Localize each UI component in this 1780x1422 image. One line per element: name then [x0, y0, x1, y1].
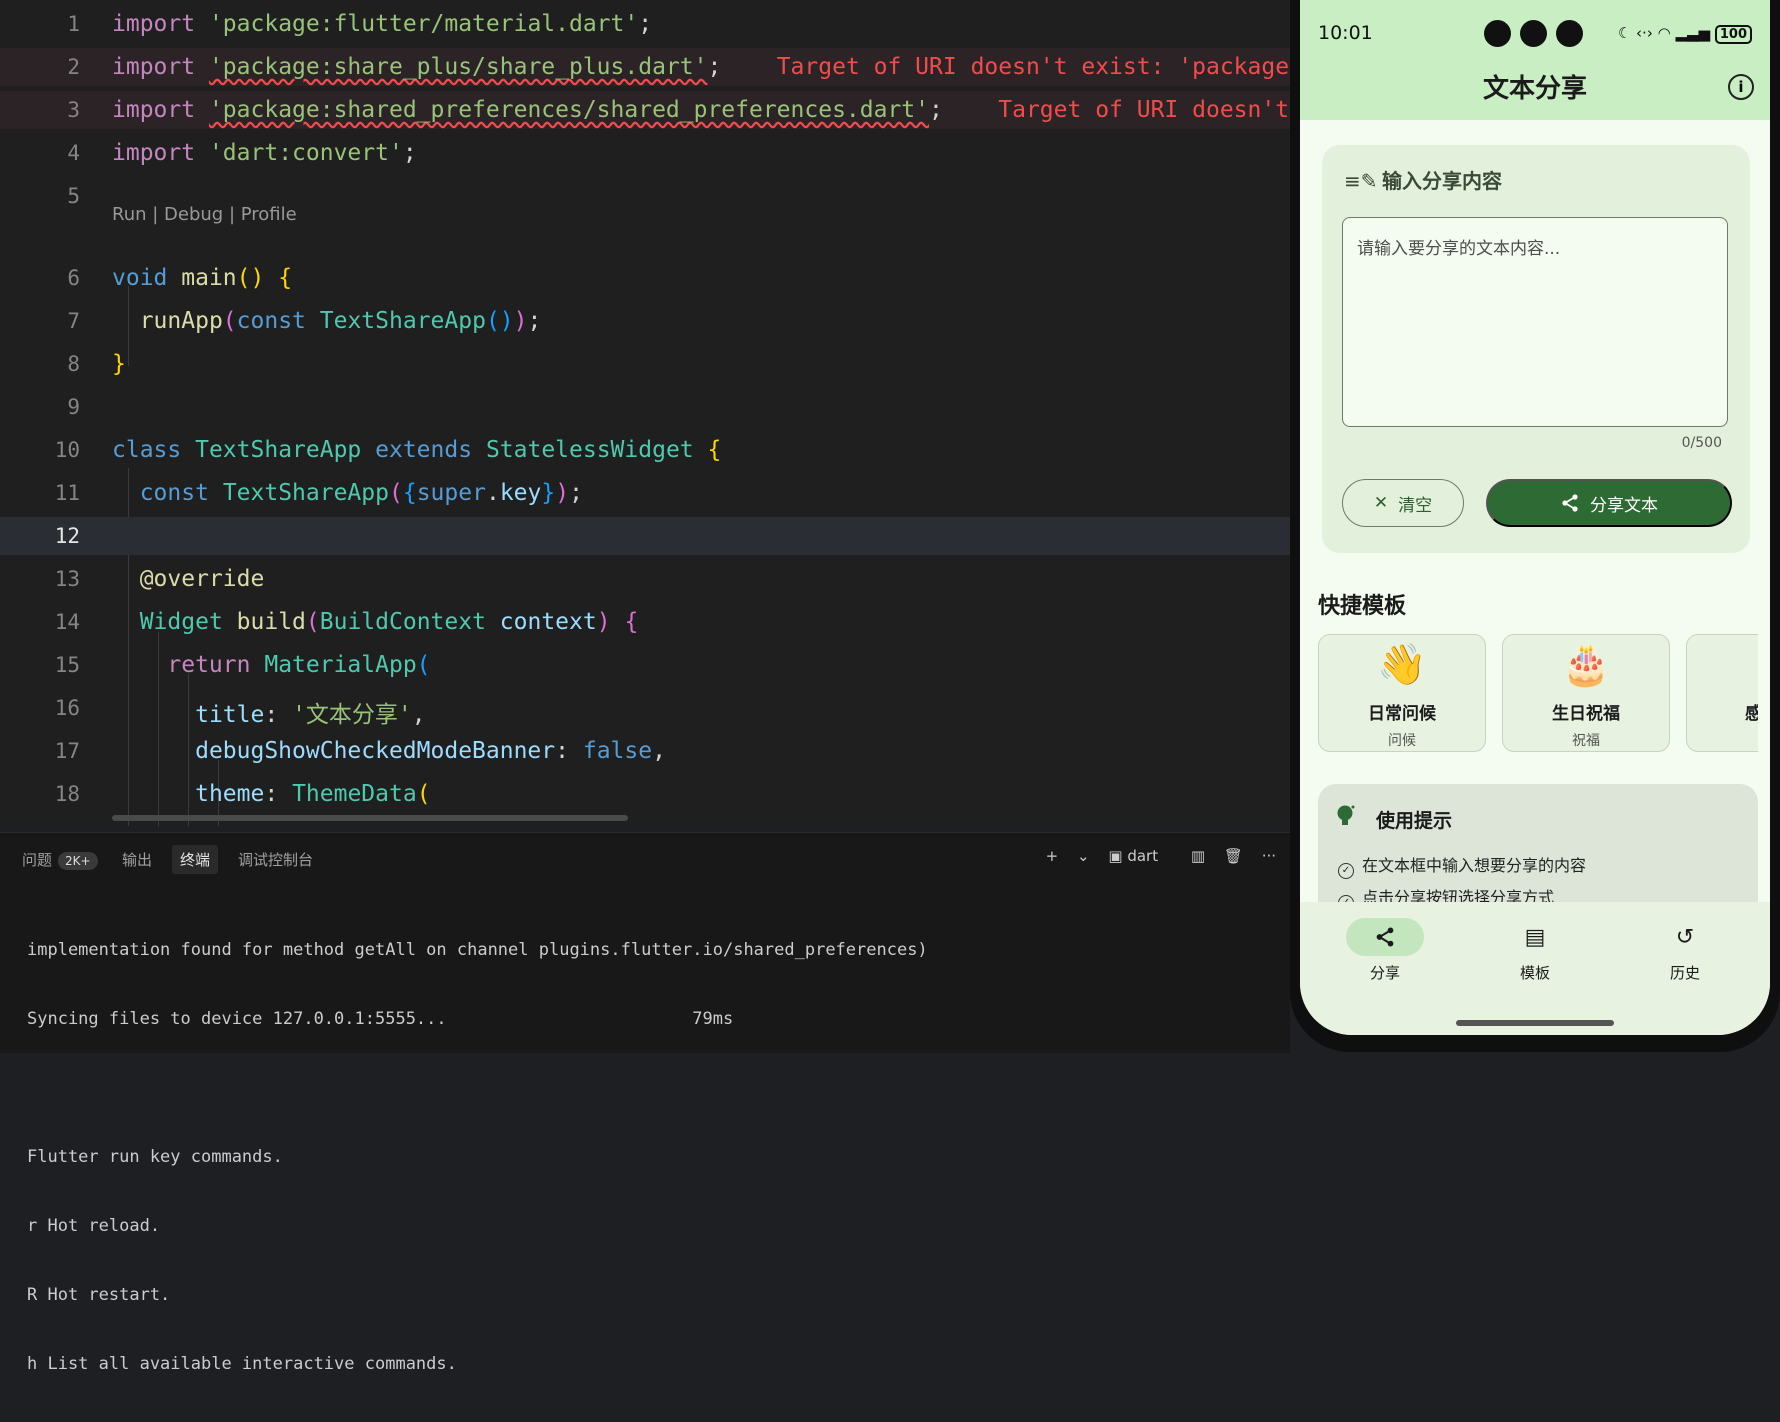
code-line-4[interactable]: 4 import 'dart:convert'; — [0, 134, 1290, 172]
app-bar: 10:01 ☾ ‹·› ◠ ▂▃▅ 100 文本分享 i — [1300, 0, 1770, 120]
code-line-18[interactable]: 18 theme: ThemeData( — [0, 775, 1290, 813]
chevron-down-icon[interactable]: ⌄ — [1077, 847, 1090, 865]
code-line-6[interactable]: 6 void main() { — [0, 259, 1290, 297]
split-terminal-icon[interactable]: ▥ — [1191, 847, 1205, 865]
moon-icon: ☾ — [1617, 24, 1632, 42]
tips-title: 使用提示 — [1376, 810, 1453, 832]
code-line-7[interactable]: 7 runApp(const TextShareApp()); — [0, 302, 1290, 340]
code-line-17[interactable]: 17 debugShowCheckedModeBanner: false, — [0, 732, 1290, 770]
history-icon: ↺ — [1675, 924, 1695, 950]
panel-toolbar: + ⌄ ▣ dart ▥ 🗑 ··· — [1046, 847, 1290, 865]
share-icon — [1562, 494, 1578, 512]
code-editor[interactable]: 1 import 'package:flutter/material.dart'… — [0, 0, 1290, 826]
templates-row[interactable]: 👋 日常问候 问候 🎂 生日祝福 祝福 感 — [1318, 634, 1758, 754]
lightbulb-icon — [1337, 805, 1355, 825]
problems-count-badge: 2K+ — [58, 852, 98, 870]
tab-terminal[interactable]: 终端 — [172, 845, 219, 874]
tip-item: ✓ 在文本框中输入想要分享的内容 — [1338, 852, 1586, 879]
nav-templates[interactable]: ▤ 模板 — [1485, 918, 1585, 983]
edit-note-icon: ≡✎ — [1344, 169, 1378, 193]
panel-tabs: 问题 2K+ 输出 终端 调试控制台 + ⌄ ▣ dart ▥ 🗑 ··· — [0, 833, 1290, 883]
battery-icon: 100 — [1714, 25, 1752, 44]
templates-title: 快捷模板 — [1318, 594, 1407, 619]
code-line-15[interactable]: 15 return MaterialApp( — [0, 646, 1290, 684]
app-title: 文本分享 — [1482, 74, 1587, 104]
article-icon: ▤ — [1524, 924, 1546, 950]
more-actions-icon[interactable]: ··· — [1262, 847, 1276, 865]
code-line-12[interactable]: 12 — [0, 517, 1290, 555]
data-transfer-icon: ‹·› — [1636, 24, 1653, 42]
check-circle-icon: ✓ — [1338, 863, 1354, 879]
clear-button[interactable]: ✕ 清空 — [1342, 479, 1464, 527]
status-time: 10:01 — [1318, 22, 1373, 44]
input-card: ≡✎ 输入分享内容 0/500 ✕清空 分享文本 — [1322, 145, 1750, 553]
horizontal-scrollbar[interactable] — [112, 815, 628, 821]
bottom-navigation: 分享 ▤ 模板 ↺ 历史 — [1300, 902, 1770, 1035]
add-terminal-icon[interactable]: + — [1046, 847, 1059, 865]
tab-output[interactable]: 输出 — [122, 849, 152, 870]
status-icons: ☾ ‹·› ◠ ▂▃▅ 100 — [1618, 24, 1752, 44]
wifi-icon: ◠ — [1657, 24, 1671, 42]
input-card-title: 输入分享内容 — [1382, 169, 1502, 193]
code-line-8[interactable]: 8 } — [0, 345, 1290, 383]
codelens: Run | Debug | Profile — [112, 204, 297, 225]
template-card[interactable]: 🎂 生日祝福 祝福 — [1502, 634, 1670, 752]
terminal-shell-selector[interactable]: ▣ dart — [1108, 847, 1172, 865]
tab-debug-console[interactable]: 调试控制台 — [238, 849, 313, 870]
cake-icon: 🎂 — [1561, 642, 1611, 688]
tab-problems[interactable]: 问题 2K+ — [22, 849, 98, 870]
code-line-13[interactable]: 13 @override — [0, 560, 1290, 598]
app-screen: 10:01 ☾ ‹·› ◠ ▂▃▅ 100 文本分享 i ≡✎ 输入分享内容 0… — [1300, 0, 1770, 1035]
code-line-2[interactable]: 2 import 'package:share_plus/share_plus.… — [0, 48, 1290, 86]
terminal-output[interactable]: implementation found for method getAll o… — [27, 893, 928, 1422]
camera-cutouts — [1484, 20, 1592, 51]
code-line-1[interactable]: 1 import 'package:flutter/material.dart'… — [0, 5, 1290, 43]
char-counter: 0/500 — [1681, 435, 1722, 451]
nav-share[interactable]: 分享 — [1335, 918, 1435, 983]
waving-hand-icon: 👋 — [1377, 642, 1427, 688]
template-card[interactable]: 感 — [1686, 634, 1758, 752]
trash-icon[interactable]: 🗑 — [1224, 847, 1243, 865]
code-line-3[interactable]: 3 import 'package:shared_preferences/sha… — [0, 91, 1290, 129]
codelens-profile[interactable]: Profile — [241, 204, 297, 225]
phone-emulator: 10:01 ☾ ‹·› ◠ ▂▃▅ 100 文本分享 i ≡✎ 输入分享内容 0… — [1290, 0, 1780, 1052]
code-line-11[interactable]: 11 const TextShareApp({super.key}); — [0, 474, 1290, 512]
nav-history[interactable]: ↺ 历史 — [1635, 918, 1735, 983]
code-line-10[interactable]: 10 class TextShareApp extends StatelessW… — [0, 431, 1290, 469]
share-text-input[interactable] — [1342, 217, 1728, 427]
signal-icon: ▂▃▅ — [1675, 24, 1711, 42]
close-icon: ✕ — [1373, 493, 1389, 512]
code-line-16[interactable]: 16 title: '文本分享', — [0, 689, 1290, 728]
error-inline-message: Target of URI doesn't e — [998, 97, 1290, 123]
error-inline-message: Target of URI doesn't exist: 'package:s — [776, 54, 1290, 80]
codelens-debug[interactable]: Debug — [164, 204, 223, 225]
info-icon[interactable]: i — [1728, 74, 1754, 100]
code-line-14[interactable]: 14 Widget build(BuildContext context) { — [0, 603, 1290, 641]
share-button[interactable]: 分享文本 — [1486, 479, 1732, 527]
codelens-run[interactable]: Run — [112, 204, 147, 225]
share-icon — [1346, 918, 1424, 956]
code-line-9[interactable]: 9 — [0, 388, 1290, 426]
home-indicator[interactable] — [1456, 1020, 1614, 1026]
bottom-panel: 问题 2K+ 输出 终端 调试控制台 + ⌄ ▣ dart ▥ 🗑 ··· imp… — [0, 832, 1290, 1374]
template-card[interactable]: 👋 日常问候 问候 — [1318, 634, 1486, 752]
